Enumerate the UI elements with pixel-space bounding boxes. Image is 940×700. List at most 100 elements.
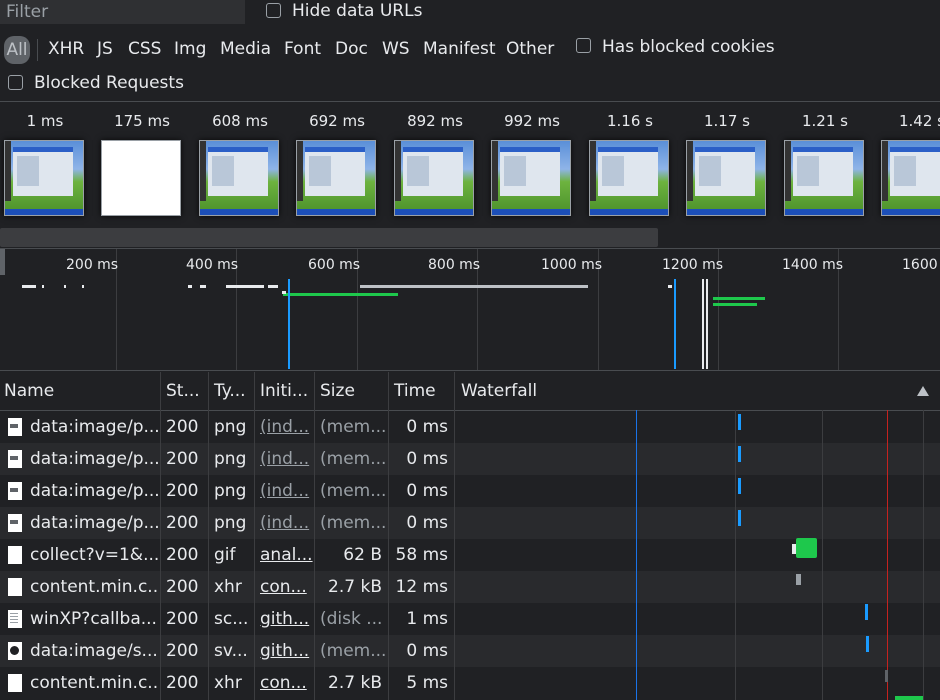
column-header-status[interactable]: St... [162,372,207,410]
filmstrip-frame[interactable]: 992 ms [487,104,577,222]
request-status: 200 [166,641,199,661]
filmstrip-frame[interactable]: 1.17 s [682,104,772,222]
request-initiator[interactable]: (ind... [254,411,314,443]
screenshot-thumbnail[interactable] [199,140,279,216]
request-type: png [214,513,247,533]
column-header-name[interactable]: Name [0,372,160,410]
waterfall-bar[interactable] [796,574,801,585]
requests-table-header: Name St... Ty... Initi... Size Time Wate… [0,372,940,411]
filmstrip-frame[interactable]: 1.21 s [780,104,870,222]
type-css-button[interactable]: CSS [128,33,161,65]
table-row[interactable]: data:image/p... 200 png (ind... (mem... 0 ms [0,507,940,539]
screenshot-thumbnail[interactable] [394,140,474,216]
request-name: data:image/p... [30,417,158,437]
type-manifest-button[interactable]: Manifest [423,33,496,65]
waterfall-bar[interactable] [885,670,888,682]
type-media-button[interactable]: Media [220,33,271,65]
overview-tick-label: 800 ms [428,257,481,273]
waterfall-bar[interactable] [738,414,741,430]
request-time: 0 ms [406,417,448,437]
waterfall-bar[interactable] [866,636,869,652]
screenshot-thumbnail[interactable] [101,140,181,216]
filmstrip-frame[interactable]: 175 ms [97,104,187,222]
column-separator[interactable] [254,372,255,700]
hide-data-urls-checkbox[interactable] [266,3,281,18]
screenshot-thumbnail[interactable] [296,140,376,216]
filmstrip-frame[interactable]: 692 ms [292,104,382,222]
type-all-button[interactable]: All [4,36,30,64]
request-initiator[interactable]: gith... [254,635,314,667]
filmstrip-scrollbar[interactable] [0,228,658,247]
filmstrip-frame[interactable]: 1 ms [0,104,90,222]
screenshot-thumbnail[interactable] [881,140,940,216]
waterfall-bar[interactable] [865,604,868,620]
filmstrip-frame[interactable]: 1.42 s [877,104,940,222]
request-name: collect?v=1&... [30,545,158,565]
request-type: gif [214,545,236,565]
overview-left-handle[interactable] [0,249,5,275]
waterfall-bar[interactable] [895,696,923,700]
request-status: 200 [166,417,199,437]
screenshot-thumbnail[interactable] [4,140,84,216]
request-initiator[interactable]: con... [254,571,314,603]
request-status: 200 [166,449,199,469]
waterfall-bar[interactable] [796,538,817,558]
table-row[interactable]: data:image/s... 200 sv... gith... (mem... 0 m… [0,635,940,667]
column-header-initiator[interactable]: Initi... [256,372,314,410]
table-row[interactable]: data:image/p... 200 png (ind... (mem... 0 ms [0,475,940,507]
timeline-overview[interactable]: 200 ms 400 ms 600 ms 800 ms 1000 ms 1200 ms 14… [0,249,940,370]
column-header-size[interactable]: Size [316,372,388,410]
sort-ascending-icon[interactable] [917,386,929,396]
request-initiator[interactable]: (ind... [254,443,314,475]
type-xhr-button[interactable]: XHR [48,33,84,65]
request-size: 2.7 kB [328,577,382,597]
type-font-button[interactable]: Font [284,33,321,65]
waterfall-bar[interactable] [738,446,741,462]
blocked-requests-checkbox[interactable] [8,75,23,90]
request-name: content.min.c... [30,673,158,693]
waterfall-gridline [923,410,924,700]
screenshot-thumbnail[interactable] [491,140,571,216]
column-separator[interactable] [314,372,315,700]
column-separator[interactable] [208,372,209,700]
column-separator[interactable] [160,372,161,700]
screenshot-thumbnail[interactable] [784,140,864,216]
column-header-waterfall[interactable]: Waterfall [457,372,657,410]
column-header-time[interactable]: Time [390,372,452,410]
screenshot-thumbnail[interactable] [686,140,766,216]
request-initiator[interactable]: (ind... [254,507,314,539]
filmstrip-frame[interactable]: 1.16 s [585,104,675,222]
type-img-button[interactable]: Img [174,33,206,65]
has-blocked-cookies-checkbox[interactable] [576,38,591,53]
waterfall-bar[interactable] [738,510,741,526]
column-separator[interactable] [454,372,455,700]
table-row[interactable]: data:image/p... 200 png (ind... (mem... 0 ms [0,443,940,475]
screenshot-filmstrip: 1 ms 175 ms 608 ms 692 ms 892 ms 992 ms 1.16 s… [0,104,940,228]
request-time: 12 ms [395,577,448,597]
filmstrip-frame[interactable]: 608 ms [195,104,285,222]
request-size: 62 B [343,545,382,565]
request-initiator[interactable]: (ind... [254,475,314,507]
type-js-button[interactable]: JS [97,33,113,65]
filmstrip-frame[interactable]: 892 ms [390,104,480,222]
request-initiator[interactable]: gith... [254,603,314,635]
type-ws-button[interactable]: WS [382,33,410,65]
request-initiator[interactable]: con... [254,667,314,699]
screenshot-thumbnail[interactable] [589,140,669,216]
type-other-button[interactable]: Other [506,33,554,65]
frame-time: 1.17 s [704,112,750,130]
overview-request-bar [713,303,757,306]
column-separator[interactable] [388,372,389,700]
overview-request-bar [268,285,278,288]
waterfall-bar[interactable] [738,478,741,494]
table-row[interactable]: data:image/p... 200 png (ind... (mem... 0 ms [0,411,940,443]
column-header-type[interactable]: Ty... [210,372,255,410]
filter-input[interactable]: Filter [0,0,245,24]
type-doc-button[interactable]: Doc [335,33,368,65]
request-name: data:image/p... [30,481,158,501]
table-row[interactable]: winXP?callba... 200 sc... gith... (disk ... 1… [0,603,940,635]
table-row[interactable]: content.min.c... 200 xhr con... 2.7 kB 5 ms [0,667,940,699]
overview-event-marker [702,279,704,369]
request-type: xhr [214,577,242,597]
request-initiator[interactable]: anal... [254,539,314,571]
